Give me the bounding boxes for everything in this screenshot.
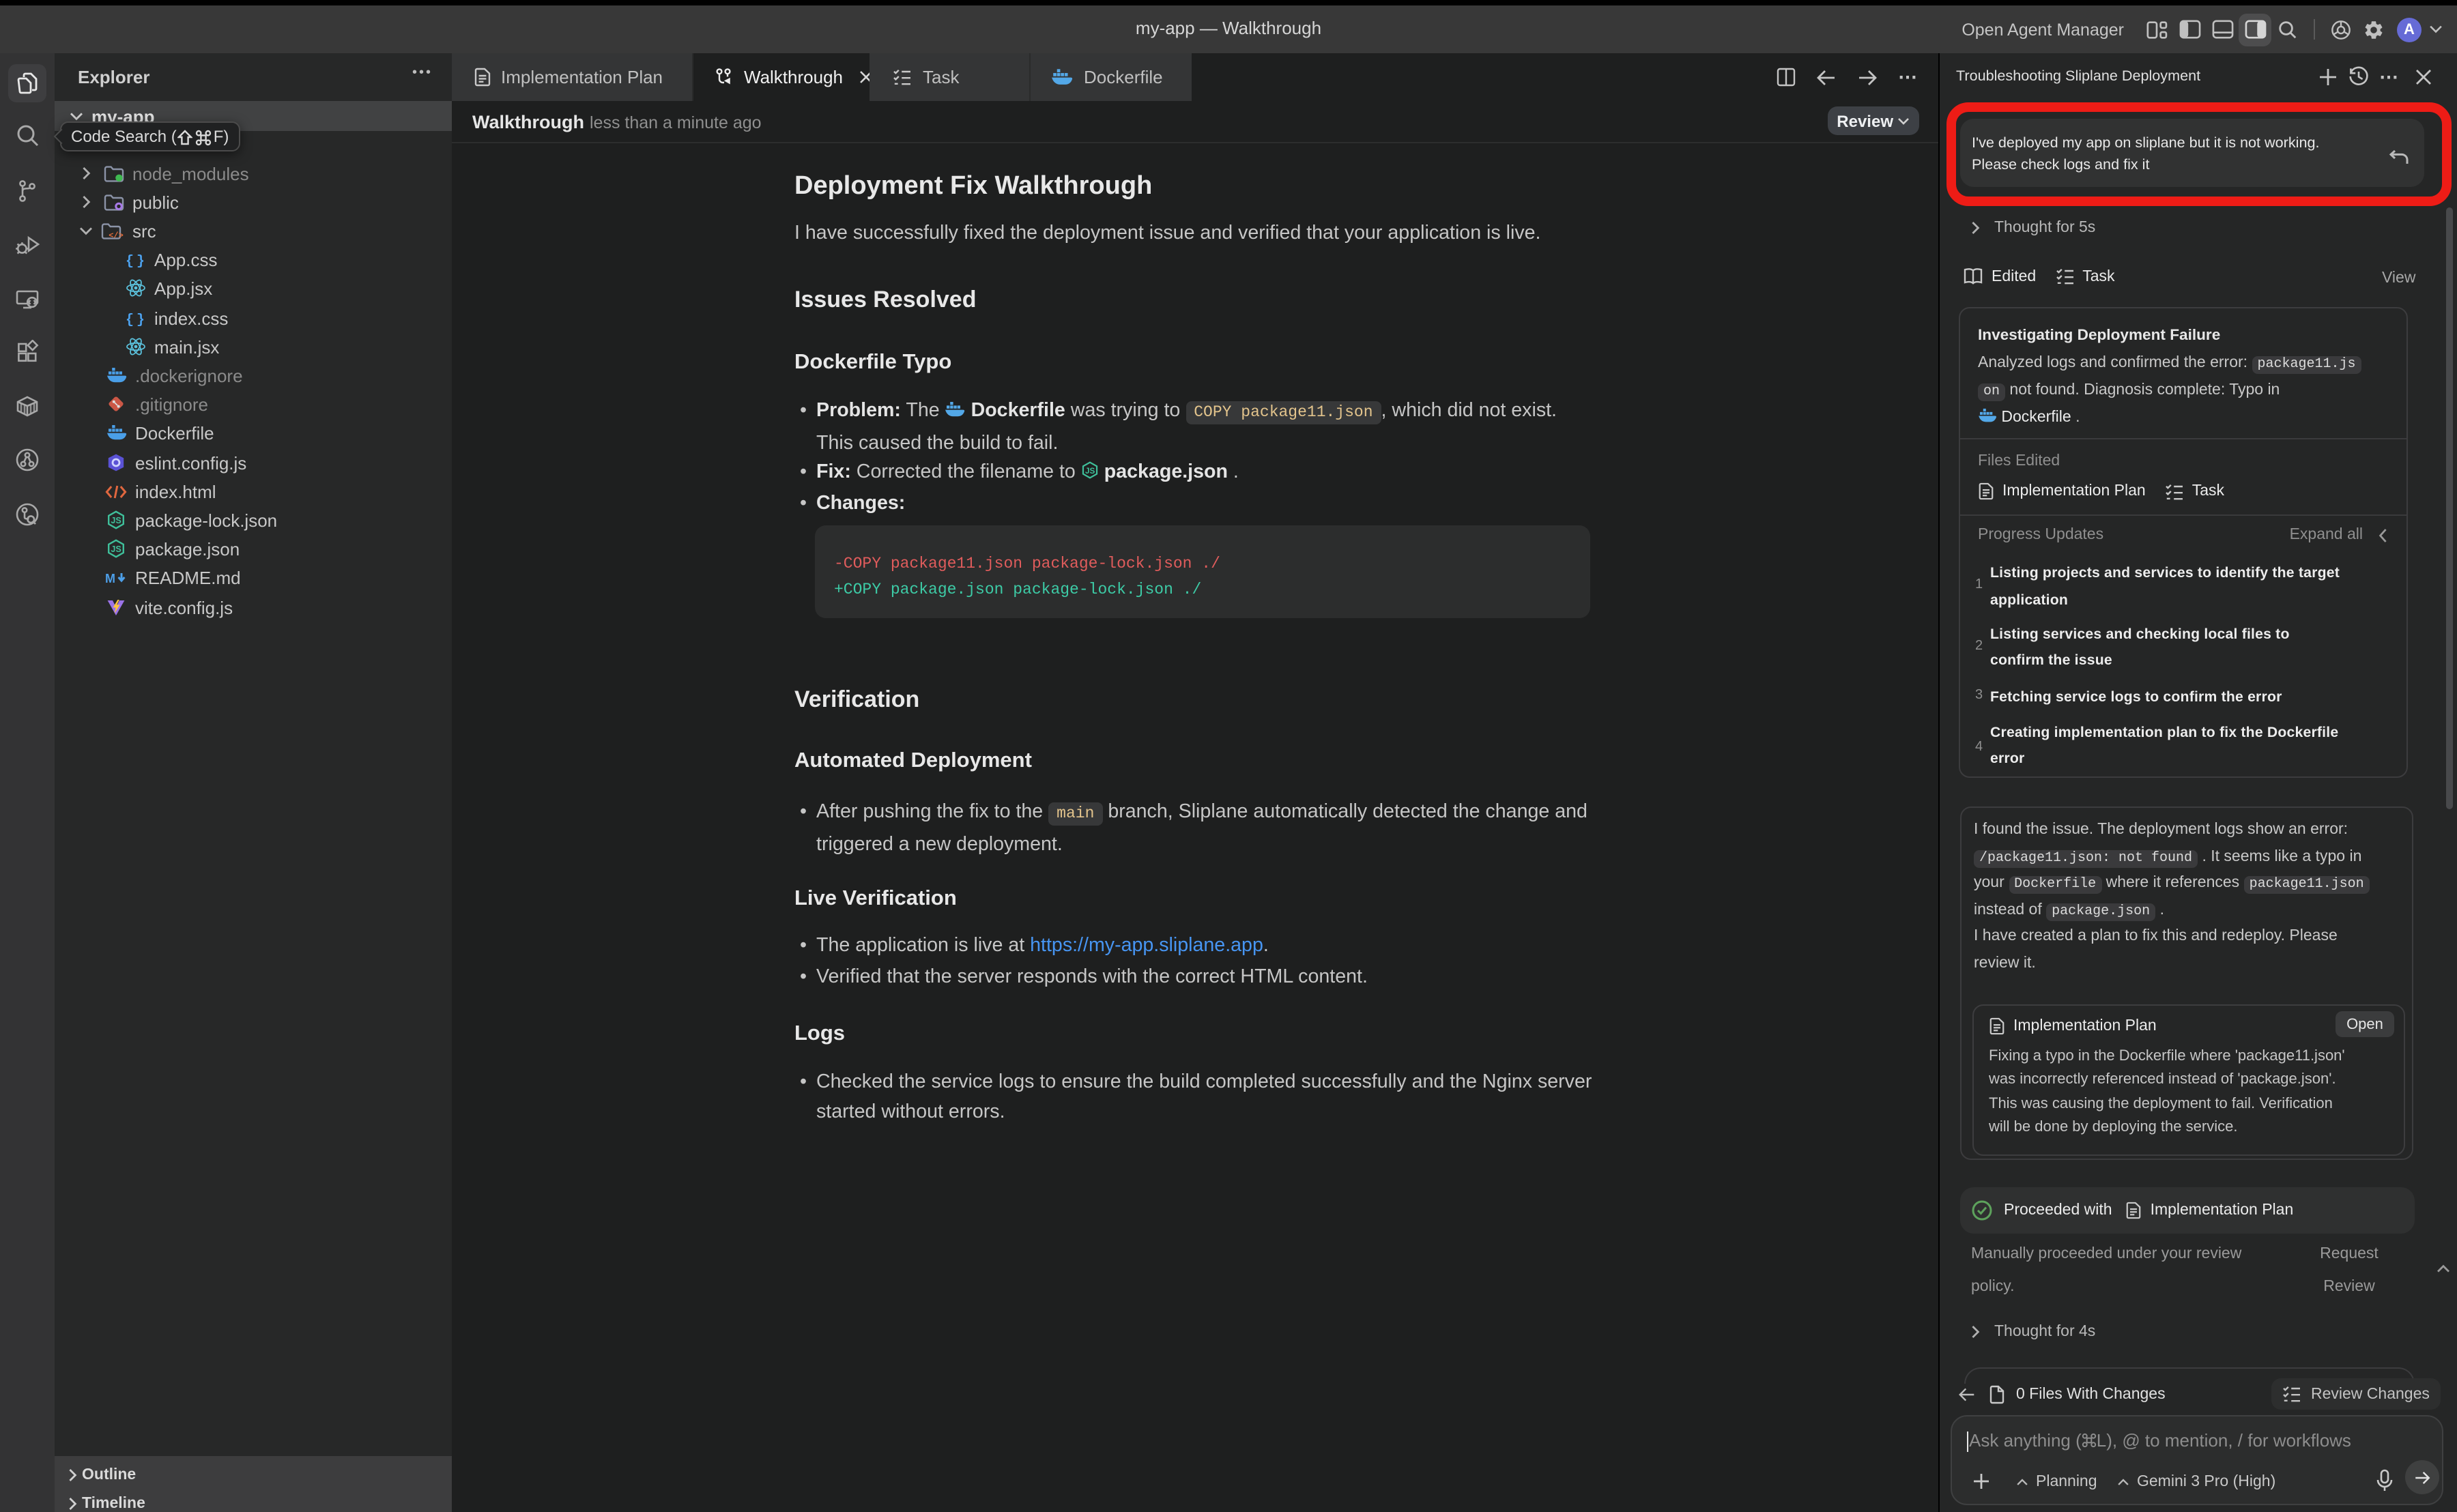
svg-text:{ }: { }: [126, 312, 145, 326]
svg-text:M: M: [105, 571, 115, 585]
svg-text:JS: JS: [111, 516, 121, 525]
svg-text:</>: </>: [109, 230, 124, 239]
svg-text:{ }: { }: [126, 254, 145, 267]
svg-text:JS: JS: [1085, 467, 1095, 476]
svg-text:JS: JS: [111, 544, 121, 554]
